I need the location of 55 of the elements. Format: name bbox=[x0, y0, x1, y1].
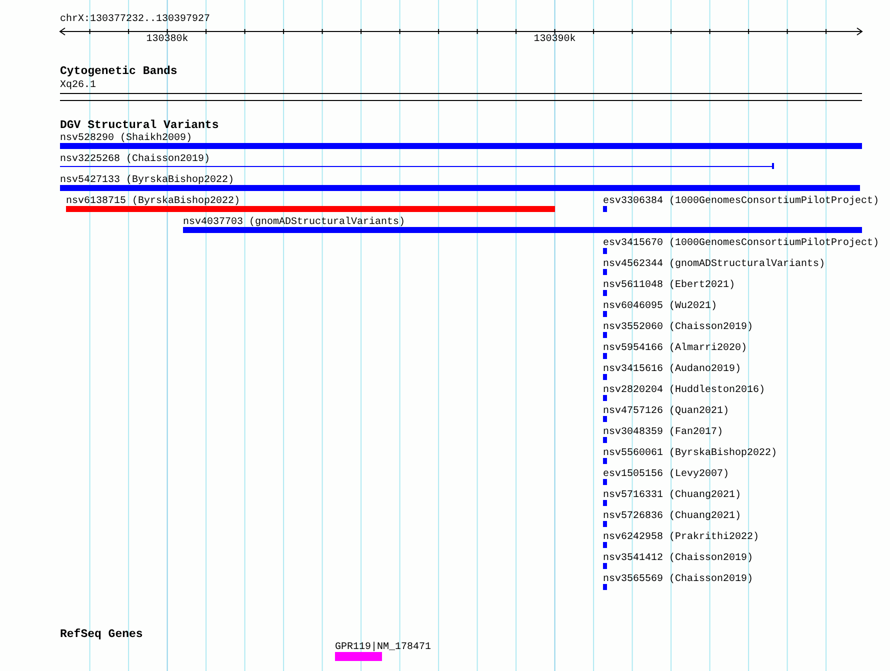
variant-label: nsv3048359 (Fan2017) bbox=[603, 427, 724, 438]
variant-label: nsv3225268 (Chaisson2019) bbox=[60, 154, 210, 165]
gene-bar[interactable] bbox=[335, 652, 382, 661]
track-title: RefSeq Genes bbox=[60, 628, 143, 641]
variant-bar[interactable] bbox=[603, 269, 607, 275]
variant-label: nsv5427133 (ByrskaBishop2022) bbox=[60, 175, 234, 186]
variant-label: nsv3565569 (Chaisson2019) bbox=[603, 574, 754, 585]
variant-label: nsv6242958 (Prakrithi2022) bbox=[603, 532, 760, 543]
variant-label: nsv3552060 (Chaisson2019) bbox=[603, 322, 754, 333]
variant-bar[interactable] bbox=[603, 416, 607, 422]
variant-label: nsv5611048 (Ebert2021) bbox=[603, 280, 736, 291]
variant-bar[interactable] bbox=[603, 563, 607, 569]
variant-bar[interactable] bbox=[60, 185, 860, 191]
variant-bar[interactable] bbox=[603, 248, 607, 254]
variant-label: esv3306384 (1000GenomesConsortiumPilotProject) bbox=[603, 196, 880, 207]
variant-label: nsv2820204 (Huddleston2016) bbox=[603, 385, 766, 396]
variant-bar[interactable] bbox=[60, 143, 862, 149]
variant-bar[interactable] bbox=[603, 542, 607, 548]
variant-bar[interactable] bbox=[183, 227, 862, 233]
variant-label: nsv5560061 (ByrskaBishop2022) bbox=[603, 448, 778, 459]
variant-label: nsv5716331 (Chuang2021) bbox=[603, 490, 742, 501]
variant-label: nsv4562344 (gnomADStructuralVariants) bbox=[603, 259, 826, 270]
variant-label: nsv4037703 (gnomADStructuralVariants) bbox=[183, 217, 406, 228]
variant-label: nsv6046095 (Wu2021) bbox=[603, 301, 718, 312]
tick-label: 130380k bbox=[146, 34, 188, 45]
variant-label: nsv5726836 (Chuang2021) bbox=[603, 511, 742, 522]
variant-bar[interactable] bbox=[66, 206, 555, 212]
variant-bar[interactable] bbox=[603, 353, 607, 359]
variant-label: nsv3541412 (Chaisson2019) bbox=[603, 553, 754, 564]
variant-bar[interactable] bbox=[603, 437, 607, 443]
variant-bar[interactable] bbox=[603, 332, 607, 338]
gene-label: GPR119|NM_178471 bbox=[335, 642, 432, 653]
variant-bar[interactable] bbox=[603, 458, 607, 464]
variant-label: nsv4757126 (Quan2021) bbox=[603, 406, 730, 417]
location-label: chrX:130377232..130397927 bbox=[60, 14, 210, 25]
variant-line[interactable] bbox=[60, 163, 774, 169]
variant-bar[interactable] bbox=[603, 584, 607, 590]
variant-label: nsv5954166 (Almarri2020) bbox=[603, 343, 748, 354]
variant-bar[interactable] bbox=[603, 500, 607, 506]
variant-bar[interactable] bbox=[603, 206, 607, 212]
variant-label: esv1505156 (Levy2007) bbox=[603, 469, 730, 480]
variant-label: nsv6138715 (ByrskaBishop2022) bbox=[66, 196, 240, 207]
track-title: Cytogenetic Bands bbox=[60, 65, 178, 78]
variant-bar[interactable] bbox=[603, 311, 607, 317]
variant-label: nsv528290 (Shaikh2009) bbox=[60, 133, 192, 144]
variant-label: esv3415670 (1000GenomesConsortiumPilotProject) bbox=[603, 238, 880, 249]
band-label: Xq26.1 bbox=[60, 80, 96, 91]
variant-bar[interactable] bbox=[603, 521, 607, 527]
tick-label: 130390k bbox=[534, 34, 576, 45]
variant-bar[interactable] bbox=[603, 290, 607, 296]
variant-label: nsv3415616 (Audano2019) bbox=[603, 364, 742, 375]
variant-bar[interactable] bbox=[603, 395, 607, 401]
variant-bar[interactable] bbox=[603, 374, 607, 380]
track-title: DGV Structural Variants bbox=[60, 119, 219, 132]
variant-bar[interactable] bbox=[603, 479, 607, 485]
